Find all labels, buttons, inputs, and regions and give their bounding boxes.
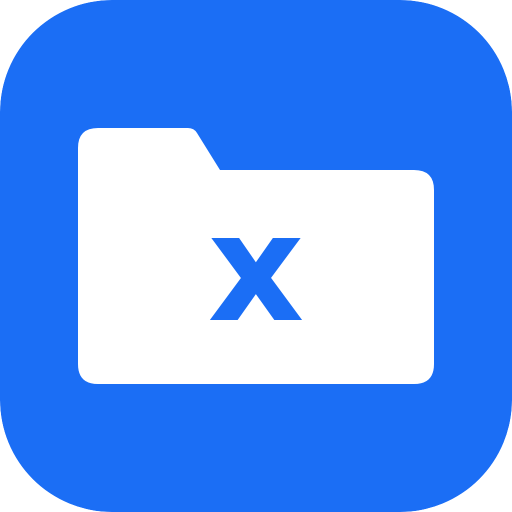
app-icon[interactable]: x bbox=[0, 0, 512, 512]
app-icon-background bbox=[0, 0, 512, 512]
